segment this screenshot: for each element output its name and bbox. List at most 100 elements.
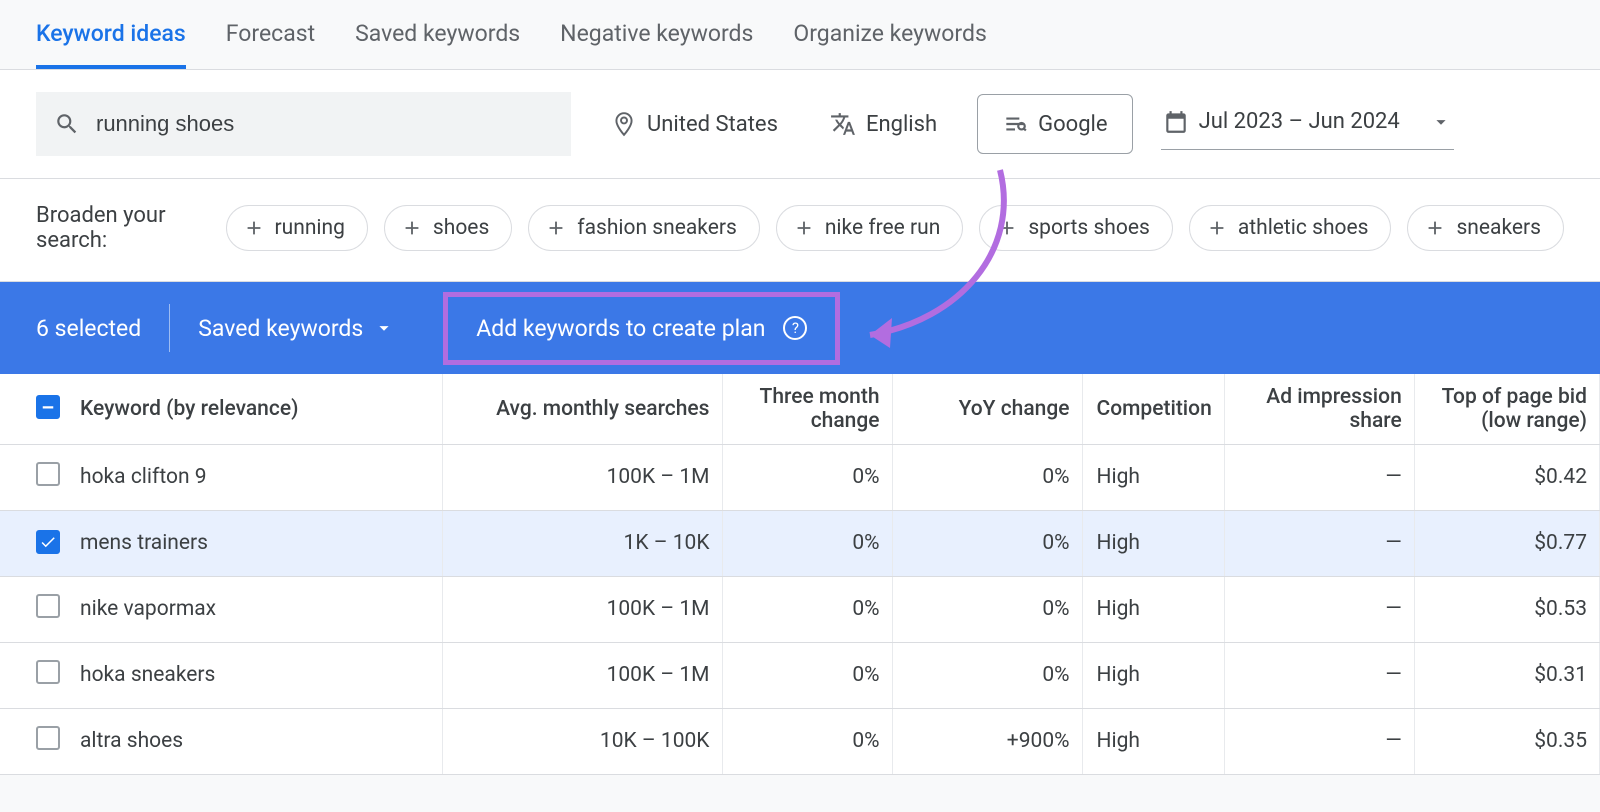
- col-yoy[interactable]: YoY change: [892, 374, 1082, 444]
- chip-sports-shoes[interactable]: sports shoes: [979, 205, 1173, 251]
- plus-icon: [996, 217, 1018, 239]
- chip-athletic-shoes[interactable]: athletic shoes: [1189, 205, 1392, 251]
- selection-count: 6 selected: [36, 315, 141, 342]
- cell-ad-share: —: [1224, 576, 1414, 642]
- table-row: nike vapormax100K – 1M0%0%High—$0.53: [0, 576, 1600, 642]
- search-icon: [54, 111, 80, 137]
- tab-organize-keywords[interactable]: Organize keywords: [793, 20, 986, 69]
- date-filter[interactable]: Jul 2023 – Jun 2024: [1161, 99, 1454, 150]
- cell-keyword: nike vapormax: [72, 576, 442, 642]
- cell-keyword: hoka clifton 9: [72, 444, 442, 510]
- network-label: Google: [1038, 112, 1107, 137]
- plus-icon: [545, 217, 567, 239]
- cell-competition: High: [1082, 576, 1224, 642]
- cell-ad-share: —: [1224, 510, 1414, 576]
- row-checkbox[interactable]: [36, 594, 60, 618]
- cell-three-month: 0%: [722, 708, 892, 774]
- cell-ad-share: —: [1224, 708, 1414, 774]
- cell-bid: $0.42: [1414, 444, 1599, 510]
- broaden-label: Broaden your search:: [36, 203, 202, 253]
- cell-avg: 100K – 1M: [442, 576, 722, 642]
- col-ad-share[interactable]: Ad impression share: [1224, 374, 1414, 444]
- cell-yoy: 0%: [892, 510, 1082, 576]
- calendar-icon: [1163, 109, 1189, 135]
- translate-icon: [830, 111, 856, 137]
- dropdown-icon: [1430, 109, 1452, 135]
- plus-icon: [793, 217, 815, 239]
- tab-negative-keywords[interactable]: Negative keywords: [560, 20, 753, 69]
- col-avg-searches[interactable]: Avg. monthly searches: [442, 374, 722, 444]
- network-filter[interactable]: Google: [977, 94, 1132, 154]
- selection-bar: 6 selected Saved keywords Add keywords t…: [0, 282, 1600, 374]
- keyword-table: Keyword (by relevance) Avg. monthly sear…: [0, 374, 1600, 775]
- col-competition[interactable]: Competition: [1082, 374, 1224, 444]
- cell-avg: 100K – 1M: [442, 444, 722, 510]
- filter-bar: United States English Google Jul 2023 – …: [0, 70, 1600, 179]
- location-icon: [611, 111, 637, 137]
- table-row: hoka sneakers100K – 1M0%0%High—$0.31: [0, 642, 1600, 708]
- table-row: mens trainers1K – 10K0%0%High—$0.77: [0, 510, 1600, 576]
- cell-keyword: hoka sneakers: [72, 642, 442, 708]
- network-icon: [1002, 111, 1028, 137]
- cell-yoy: 0%: [892, 576, 1082, 642]
- cell-yoy: +900%: [892, 708, 1082, 774]
- cell-keyword: altra shoes: [72, 708, 442, 774]
- cell-three-month: 0%: [722, 576, 892, 642]
- cell-bid: $0.53: [1414, 576, 1599, 642]
- language-filter[interactable]: English: [818, 101, 949, 147]
- cell-three-month: 0%: [722, 642, 892, 708]
- cell-yoy: 0%: [892, 444, 1082, 510]
- select-all-checkbox[interactable]: [36, 395, 60, 419]
- chip-sneakers[interactable]: sneakers: [1407, 205, 1564, 251]
- col-keyword[interactable]: Keyword (by relevance): [72, 374, 442, 444]
- cell-bid: $0.77: [1414, 510, 1599, 576]
- tab-bar: Keyword ideas Forecast Saved keywords Ne…: [0, 0, 1600, 70]
- cell-avg: 10K – 100K: [442, 708, 722, 774]
- plus-icon: [243, 217, 265, 239]
- divider: [169, 304, 170, 352]
- row-checkbox[interactable]: [36, 462, 60, 486]
- dropdown-icon: [373, 317, 395, 339]
- cell-avg: 100K – 1M: [442, 642, 722, 708]
- plus-icon: [1424, 217, 1446, 239]
- cell-competition: High: [1082, 642, 1224, 708]
- cell-competition: High: [1082, 510, 1224, 576]
- row-checkbox[interactable]: [36, 726, 60, 750]
- chip-running[interactable]: running: [226, 205, 368, 251]
- saved-keywords-dropdown[interactable]: Saved keywords: [198, 315, 395, 342]
- search-input-wrapper[interactable]: [36, 92, 571, 156]
- tab-saved-keywords[interactable]: Saved keywords: [355, 20, 520, 69]
- row-checkbox[interactable]: [36, 530, 60, 554]
- row-checkbox[interactable]: [36, 660, 60, 684]
- chip-shoes[interactable]: shoes: [384, 205, 512, 251]
- date-label: Jul 2023 – Jun 2024: [1199, 109, 1400, 134]
- search-input[interactable]: [96, 111, 553, 137]
- location-filter[interactable]: United States: [599, 101, 790, 147]
- help-icon[interactable]: ?: [783, 316, 807, 340]
- cell-competition: High: [1082, 444, 1224, 510]
- col-three-month[interactable]: Three month change: [722, 374, 892, 444]
- cell-keyword: mens trainers: [72, 510, 442, 576]
- add-keywords-create-plan-button[interactable]: Add keywords to create plan ?: [443, 292, 840, 365]
- cell-three-month: 0%: [722, 510, 892, 576]
- plus-icon: [1206, 217, 1228, 239]
- tab-forecast[interactable]: Forecast: [226, 20, 315, 69]
- cell-ad-share: —: [1224, 444, 1414, 510]
- chip-fashion-sneakers[interactable]: fashion sneakers: [528, 205, 760, 251]
- cell-three-month: 0%: [722, 444, 892, 510]
- table-row: hoka clifton 9100K – 1M0%0%High—$0.42: [0, 444, 1600, 510]
- tab-keyword-ideas[interactable]: Keyword ideas: [36, 20, 186, 69]
- cell-bid: $0.35: [1414, 708, 1599, 774]
- chip-nike-free-run[interactable]: nike free run: [776, 205, 963, 251]
- plus-icon: [401, 217, 423, 239]
- language-label: English: [866, 112, 937, 137]
- table-row: altra shoes10K – 100K0%+900%High—$0.35: [0, 708, 1600, 774]
- cell-avg: 1K – 10K: [442, 510, 722, 576]
- col-top-bid-low[interactable]: Top of page bid (low range): [1414, 374, 1599, 444]
- location-label: United States: [647, 112, 778, 137]
- cell-competition: High: [1082, 708, 1224, 774]
- cell-ad-share: —: [1224, 642, 1414, 708]
- cell-bid: $0.31: [1414, 642, 1599, 708]
- broaden-search-row: Broaden your search: running shoes fashi…: [0, 179, 1600, 282]
- cell-yoy: 0%: [892, 642, 1082, 708]
